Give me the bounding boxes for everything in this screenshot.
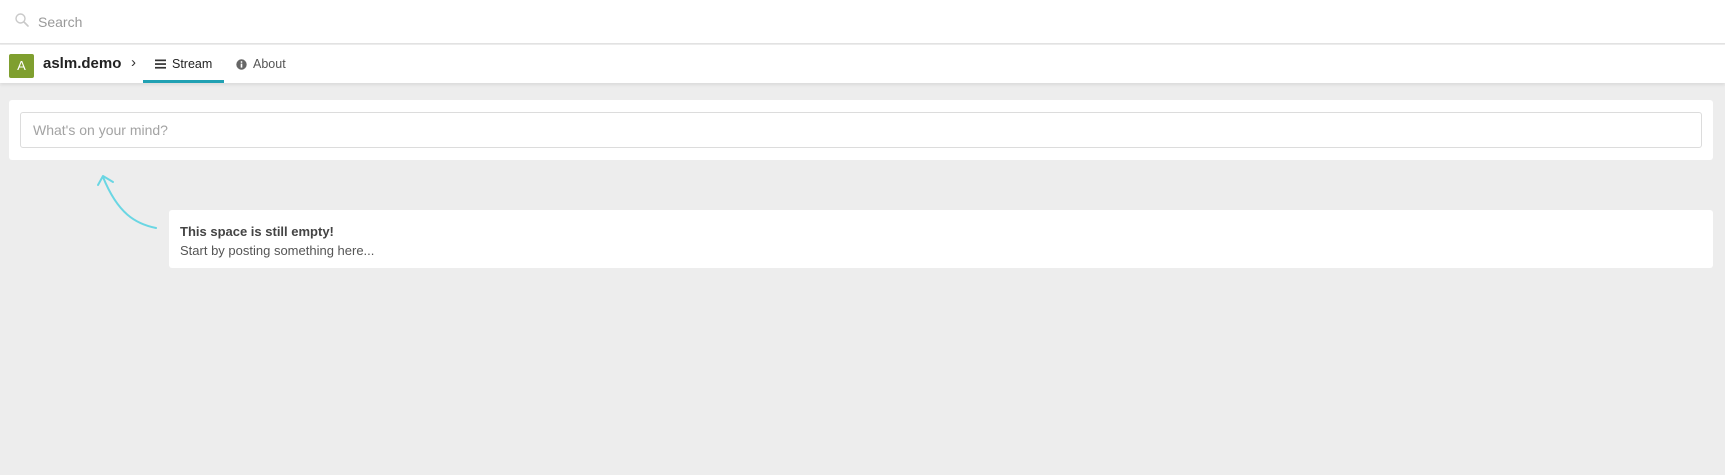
breadcrumb-separator: ›: [131, 54, 136, 71]
list-icon: [155, 59, 166, 69]
info-icon: [236, 58, 247, 70]
tab-about-label: About: [253, 57, 286, 71]
tab-about[interactable]: About: [236, 45, 286, 83]
tab-stream[interactable]: Stream: [143, 45, 224, 83]
search-bar: [0, 0, 1725, 44]
search-input[interactable]: [38, 10, 638, 34]
post-input[interactable]: [20, 112, 1702, 148]
empty-state-text: Start by posting something here...: [180, 243, 375, 258]
tab-stream-label: Stream: [172, 57, 213, 71]
space-avatar[interactable]: A: [9, 54, 34, 78]
space-header: A aslm.demo › Stream About: [0, 45, 1725, 83]
empty-state-title: This space is still empty!: [180, 224, 334, 239]
space-name[interactable]: aslm.demo: [43, 55, 121, 72]
empty-state-card: This space is still empty! Start by post…: [169, 210, 1713, 268]
search-icon: [15, 13, 29, 27]
arrow-up-left-icon: [97, 175, 157, 229]
post-composer: [9, 100, 1713, 160]
